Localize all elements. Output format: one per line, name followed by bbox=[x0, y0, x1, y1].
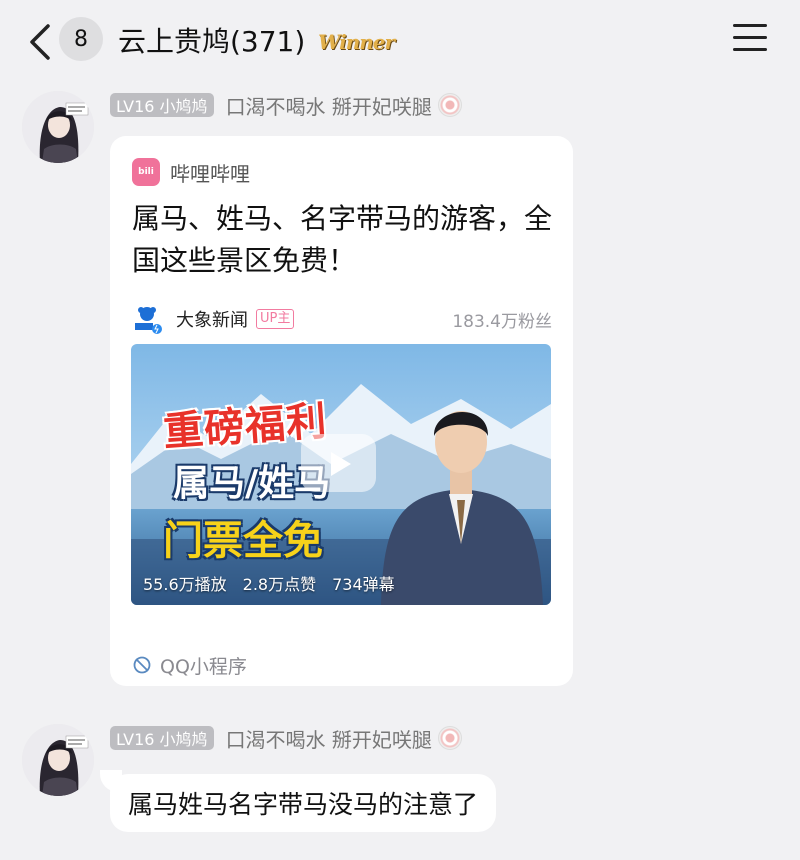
mini-program-icon bbox=[133, 656, 151, 674]
avatar[interactable] bbox=[22, 91, 94, 163]
play-button[interactable] bbox=[301, 434, 376, 492]
title-emoji-icon bbox=[437, 726, 462, 750]
message-meta: LV16 小鸠鸠 口渴不喝水 掰开妃咲腿 bbox=[110, 91, 462, 120]
hamburger-menu-icon[interactable] bbox=[733, 24, 767, 54]
chevron-left-icon[interactable] bbox=[26, 22, 56, 62]
sender-name[interactable]: 口渴不喝水 掰开妃咲腿 bbox=[226, 91, 432, 120]
video-thumbnail[interactable]: 重磅福利 属马/姓马 门票全免 55.6万播放 2.8万点赞 734弹幕 bbox=[131, 344, 551, 605]
sender-name[interactable]: 口渴不喝水 掰开妃咲腿 bbox=[226, 724, 432, 753]
message-meta: LV16 小鸠鸠 口渴不喝水 掰开妃咲腿 bbox=[110, 724, 462, 753]
card-title: 属马、姓马、名字带马的游客，全国这些景区免费！ bbox=[132, 202, 553, 277]
play-count: 55.6万播放 bbox=[143, 575, 227, 594]
unread-count-badge[interactable]: 8 bbox=[59, 17, 103, 61]
video-stats: 55.6万播放 2.8万点赞 734弹幕 bbox=[143, 571, 395, 595]
title-emoji-icon bbox=[437, 93, 462, 117]
mini-program-label: QQ小程序 bbox=[160, 655, 247, 678]
bilibili-icon: bili bbox=[132, 158, 160, 186]
uploader-row: 大象新闻 UP主 183.4万粉丝 bbox=[132, 304, 552, 334]
winner-badge: Winner bbox=[318, 30, 395, 54]
play-icon bbox=[331, 452, 351, 476]
thumbnail-line-3: 门票全免 bbox=[163, 518, 323, 564]
uploader-logo-icon bbox=[135, 307, 162, 334]
uploader-name: 大象新闻 bbox=[176, 310, 248, 331]
level-tag: LV16 小鸠鸠 bbox=[110, 726, 214, 750]
chat-title[interactable]: 云上贵鸠(371) bbox=[118, 20, 305, 60]
chat-header: 8 云上贵鸠(371) Winner bbox=[0, 0, 800, 82]
fans-count: 183.4万粉丝 bbox=[452, 311, 552, 332]
avatar[interactable] bbox=[22, 724, 94, 796]
like-count: 2.8万点赞 bbox=[242, 575, 317, 594]
danmaku-count: 734弹幕 bbox=[332, 575, 395, 594]
level-tag: LV16 小鸠鸠 bbox=[110, 93, 214, 117]
source-label: 哔哩哔哩 bbox=[170, 161, 250, 186]
mini-program-row: QQ小程序 bbox=[132, 652, 247, 678]
shared-video-card[interactable]: bili 哔哩哔哩 属马、姓马、名字带马的游客，全国这些景区免费！ 大象新闻 U… bbox=[110, 136, 573, 686]
up-tag: UP主 bbox=[256, 309, 295, 329]
card-source: bili 哔哩哔哩 bbox=[132, 158, 250, 186]
message-bubble[interactable]: 属马姓马名字带马没马的注意了 bbox=[110, 774, 497, 832]
